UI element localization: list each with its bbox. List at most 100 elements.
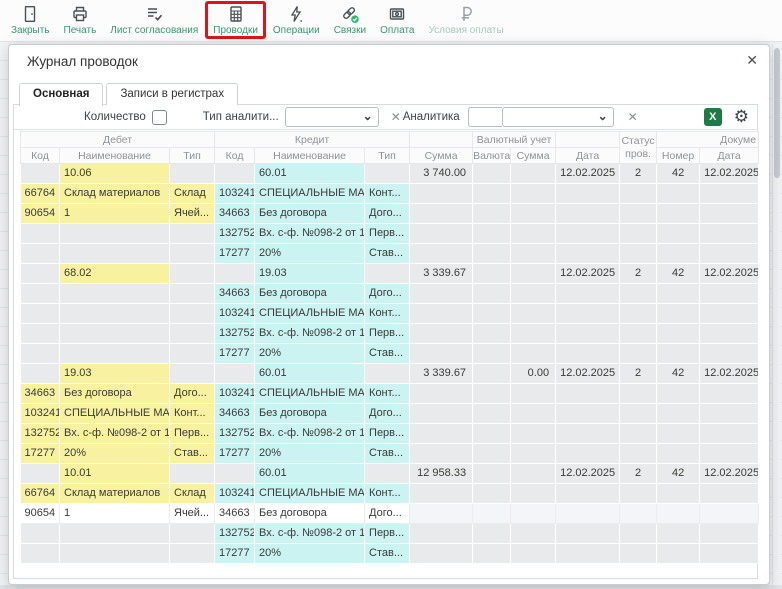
cell[interactable] bbox=[473, 244, 511, 264]
cell[interactable]: 1 bbox=[60, 504, 170, 524]
cell[interactable] bbox=[700, 324, 759, 344]
cell[interactable] bbox=[700, 344, 759, 364]
analytics-select[interactable]: ⌄ bbox=[502, 107, 614, 127]
cell[interactable]: 34663 bbox=[21, 384, 60, 404]
cell[interactable]: 10.06 bbox=[60, 164, 170, 184]
cell[interactable]: СПЕЦИАЛЬНЫЕ МАТ... bbox=[255, 384, 365, 404]
cell[interactable]: Вх. с-ф. №098-2 от 12... bbox=[255, 524, 365, 544]
cell[interactable] bbox=[21, 304, 60, 324]
cell[interactable]: Став... bbox=[365, 444, 410, 464]
cell[interactable] bbox=[170, 284, 215, 304]
cell[interactable] bbox=[365, 264, 410, 284]
cell[interactable] bbox=[215, 364, 255, 384]
print-button[interactable]: Печать bbox=[57, 2, 104, 37]
cell[interactable] bbox=[21, 244, 60, 264]
operations-button[interactable]: Операции bbox=[266, 2, 327, 37]
cell[interactable] bbox=[60, 304, 170, 324]
cell[interactable] bbox=[365, 464, 410, 484]
cell[interactable] bbox=[410, 304, 473, 324]
cell[interactable]: Конт... bbox=[365, 384, 410, 404]
cell[interactable]: СПЕЦИАЛЬНЫЕ МАТ... bbox=[60, 404, 170, 424]
clear-analytics-icon[interactable]: ✕ bbox=[389, 110, 403, 124]
cell[interactable] bbox=[620, 524, 657, 544]
cell[interactable] bbox=[620, 544, 657, 564]
cell[interactable] bbox=[170, 344, 215, 364]
cell[interactable] bbox=[511, 324, 556, 344]
cell[interactable] bbox=[473, 264, 511, 284]
cell[interactable] bbox=[620, 424, 657, 444]
cell[interactable]: 42 bbox=[657, 464, 700, 484]
cell[interactable] bbox=[511, 244, 556, 264]
cell[interactable]: Перв... bbox=[170, 424, 215, 444]
cell[interactable] bbox=[215, 464, 255, 484]
cell[interactable] bbox=[556, 524, 620, 544]
close-document-button[interactable]: Закрыть bbox=[4, 2, 57, 37]
cell[interactable]: 17277 bbox=[215, 544, 255, 564]
cell[interactable]: 34663 bbox=[215, 284, 255, 304]
cell[interactable]: 103241 bbox=[215, 484, 255, 504]
cell[interactable] bbox=[700, 184, 759, 204]
cell[interactable] bbox=[473, 524, 511, 544]
cell[interactable] bbox=[700, 444, 759, 464]
cell[interactable]: 20% bbox=[255, 344, 365, 364]
cell[interactable]: 42 bbox=[657, 264, 700, 284]
cell[interactable] bbox=[60, 544, 170, 564]
tab-register-records[interactable]: Записи в регистрах bbox=[106, 83, 238, 105]
cell[interactable]: 42 bbox=[657, 164, 700, 184]
cell[interactable] bbox=[511, 444, 556, 464]
cell[interactable] bbox=[657, 204, 700, 224]
cell[interactable]: Дого... bbox=[365, 284, 410, 304]
cell[interactable]: 2 bbox=[620, 264, 657, 284]
cell[interactable] bbox=[511, 424, 556, 444]
cell[interactable] bbox=[410, 184, 473, 204]
cell[interactable]: 12 958.33 bbox=[410, 464, 473, 484]
cell[interactable] bbox=[365, 364, 410, 384]
cell[interactable] bbox=[511, 504, 556, 524]
cell[interactable] bbox=[511, 204, 556, 224]
cell[interactable] bbox=[556, 384, 620, 404]
cell[interactable]: Без договора bbox=[255, 204, 365, 224]
cell[interactable] bbox=[511, 464, 556, 484]
cell[interactable] bbox=[620, 384, 657, 404]
cell[interactable] bbox=[657, 524, 700, 544]
cell[interactable] bbox=[556, 404, 620, 424]
cell[interactable] bbox=[473, 284, 511, 304]
cell[interactable]: 66764 bbox=[21, 484, 60, 504]
cell[interactable]: Дого... bbox=[365, 504, 410, 524]
cell[interactable]: 132752 bbox=[215, 224, 255, 244]
cell[interactable] bbox=[657, 424, 700, 444]
cell[interactable] bbox=[556, 344, 620, 364]
cell[interactable] bbox=[511, 184, 556, 204]
cell[interactable]: Конт... bbox=[365, 304, 410, 324]
cell[interactable] bbox=[473, 424, 511, 444]
cell[interactable]: 12.02.2025 bbox=[700, 264, 759, 284]
cell[interactable] bbox=[556, 504, 620, 524]
cell[interactable]: 17277 bbox=[215, 344, 255, 364]
cell[interactable]: 103241 bbox=[21, 404, 60, 424]
cell[interactable] bbox=[657, 444, 700, 464]
cell[interactable]: Вх. с-ф. №098-2 от 12... bbox=[60, 424, 170, 444]
cell[interactable] bbox=[410, 484, 473, 504]
cell[interactable] bbox=[620, 184, 657, 204]
cell[interactable]: СПЕЦИАЛЬНЫЕ МАТ... bbox=[255, 184, 365, 204]
cell[interactable] bbox=[21, 324, 60, 344]
cell[interactable]: 60.01 bbox=[255, 364, 365, 384]
cell[interactable]: Без договора bbox=[255, 284, 365, 304]
cell[interactable]: Склад материалов bbox=[60, 484, 170, 504]
cell[interactable]: 103241 bbox=[215, 384, 255, 404]
cell[interactable] bbox=[410, 544, 473, 564]
cell[interactable] bbox=[473, 164, 511, 184]
cell[interactable] bbox=[556, 204, 620, 224]
cell[interactable] bbox=[473, 544, 511, 564]
cell[interactable] bbox=[511, 404, 556, 424]
cell[interactable]: Ячей... bbox=[170, 504, 215, 524]
cell[interactable] bbox=[215, 164, 255, 184]
cell[interactable] bbox=[620, 404, 657, 424]
cell[interactable] bbox=[410, 224, 473, 244]
cell[interactable] bbox=[21, 224, 60, 244]
cell[interactable] bbox=[21, 164, 60, 184]
cell[interactable] bbox=[556, 484, 620, 504]
cell[interactable]: Конт... bbox=[170, 404, 215, 424]
cell[interactable]: 132752 bbox=[215, 424, 255, 444]
cell[interactable] bbox=[170, 464, 215, 484]
